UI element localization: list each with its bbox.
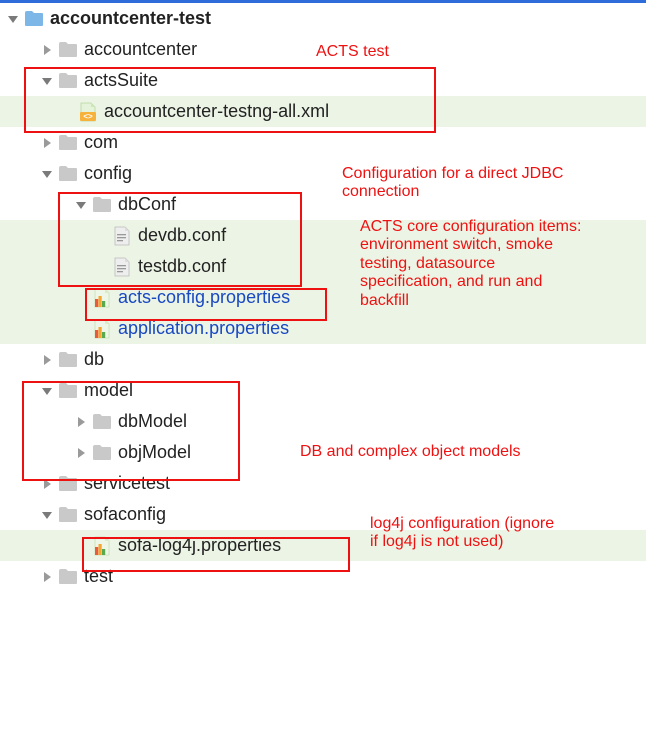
node-label: actsSuite [84, 70, 158, 91]
chevron-down-icon[interactable] [6, 12, 20, 26]
node-label: servicetest [84, 473, 170, 494]
node-label: com [84, 132, 118, 153]
node-label: dbModel [118, 411, 187, 432]
folder-icon [58, 505, 78, 525]
annotation-core: ACTS core configuration items: environme… [360, 218, 590, 310]
chevron-right-icon[interactable] [40, 136, 54, 150]
annotation-jdbc: Configuration for a direct JDBC connecti… [342, 165, 572, 202]
chevron-right-icon[interactable] [40, 353, 54, 367]
node-label: acts-config.properties [118, 287, 290, 308]
node-label: application.properties [118, 318, 289, 339]
node-label: test [84, 566, 113, 587]
folder-icon [58, 164, 78, 184]
chevron-down-icon[interactable] [40, 74, 54, 88]
properties-file-icon [92, 288, 112, 308]
node-label: sofaconfig [84, 504, 166, 525]
folder-icon [58, 71, 78, 91]
chevron-right-icon[interactable] [74, 415, 88, 429]
node-label: sofa-log4j.properties [118, 535, 281, 556]
tree-row[interactable]: application.properties [0, 313, 646, 344]
chevron-right-icon[interactable] [40, 477, 54, 491]
folder-icon [58, 474, 78, 494]
chevron-down-icon[interactable] [40, 508, 54, 522]
properties-file-icon [92, 319, 112, 339]
folder-icon [24, 9, 44, 29]
chevron-right-icon[interactable] [40, 570, 54, 584]
folder-icon [58, 381, 78, 401]
node-label: devdb.conf [138, 225, 226, 246]
node-label: accountcenter-testng-all.xml [104, 101, 329, 122]
file-icon [112, 257, 132, 277]
folder-icon [92, 412, 112, 432]
annotation-models: DB and complex object models [300, 443, 521, 461]
folder-icon [58, 567, 78, 587]
node-label: objModel [118, 442, 191, 463]
node-label: accountcenter-test [50, 8, 211, 29]
node-label: dbConf [118, 194, 176, 215]
tree-row[interactable]: accountcenter-testng-all.xml [0, 96, 646, 127]
tree-row[interactable]: com [0, 127, 646, 158]
tree-row-root[interactable]: accountcenter-test [0, 3, 646, 34]
tree-row[interactable]: test [0, 561, 646, 592]
chevron-down-icon[interactable] [40, 167, 54, 181]
tree-row[interactable]: actsSuite [0, 65, 646, 96]
chevron-down-icon[interactable] [74, 198, 88, 212]
node-label: db [84, 349, 104, 370]
node-label: accountcenter [84, 39, 197, 60]
folder-icon [92, 195, 112, 215]
node-label: testdb.conf [138, 256, 226, 277]
folder-icon [58, 133, 78, 153]
chevron-right-icon[interactable] [74, 446, 88, 460]
folder-icon [58, 40, 78, 60]
folder-icon [58, 350, 78, 370]
chevron-right-icon[interactable] [40, 43, 54, 57]
folder-icon [92, 443, 112, 463]
node-label: config [84, 163, 132, 184]
tree-row[interactable]: dbModel [0, 406, 646, 437]
annotation-log4j: log4j configuration (ignore if log4j is … [370, 515, 560, 552]
chevron-down-icon[interactable] [40, 384, 54, 398]
properties-file-icon [92, 536, 112, 556]
xml-file-icon [78, 102, 98, 122]
tree-row[interactable]: servicetest [0, 468, 646, 499]
annotation-acts-test: ACTS test [316, 43, 389, 61]
tree-row[interactable]: model [0, 375, 646, 406]
file-icon [112, 226, 132, 246]
node-label: model [84, 380, 133, 401]
tree-row[interactable]: db [0, 344, 646, 375]
